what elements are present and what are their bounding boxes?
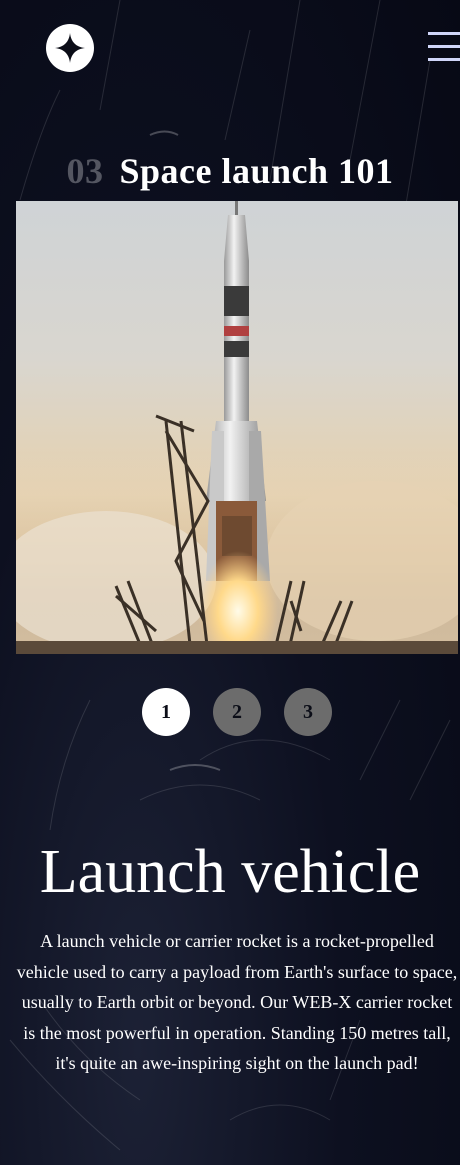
star-four-point-icon: [55, 33, 85, 63]
pager-dot-1[interactable]: 1: [142, 688, 190, 736]
pager-dot-3[interactable]: 3: [284, 688, 332, 736]
hamburger-menu-icon[interactable]: [428, 32, 460, 62]
header: [0, 0, 460, 96]
rocket-launch-image: [16, 201, 458, 654]
page-description: A launch vehicle or carrier rocket is a …: [16, 931, 458, 1073]
page-number: 03: [66, 151, 104, 191]
logo[interactable]: [46, 24, 94, 72]
page-subheading: 03 Space launch 101: [0, 150, 460, 192]
pager-dot-2[interactable]: 2: [213, 688, 261, 736]
step-pager: 1 2 3: [0, 688, 460, 736]
page-title: Launch vehicle: [39, 838, 421, 906]
page-subheading-text: Space launch 101: [119, 151, 394, 191]
